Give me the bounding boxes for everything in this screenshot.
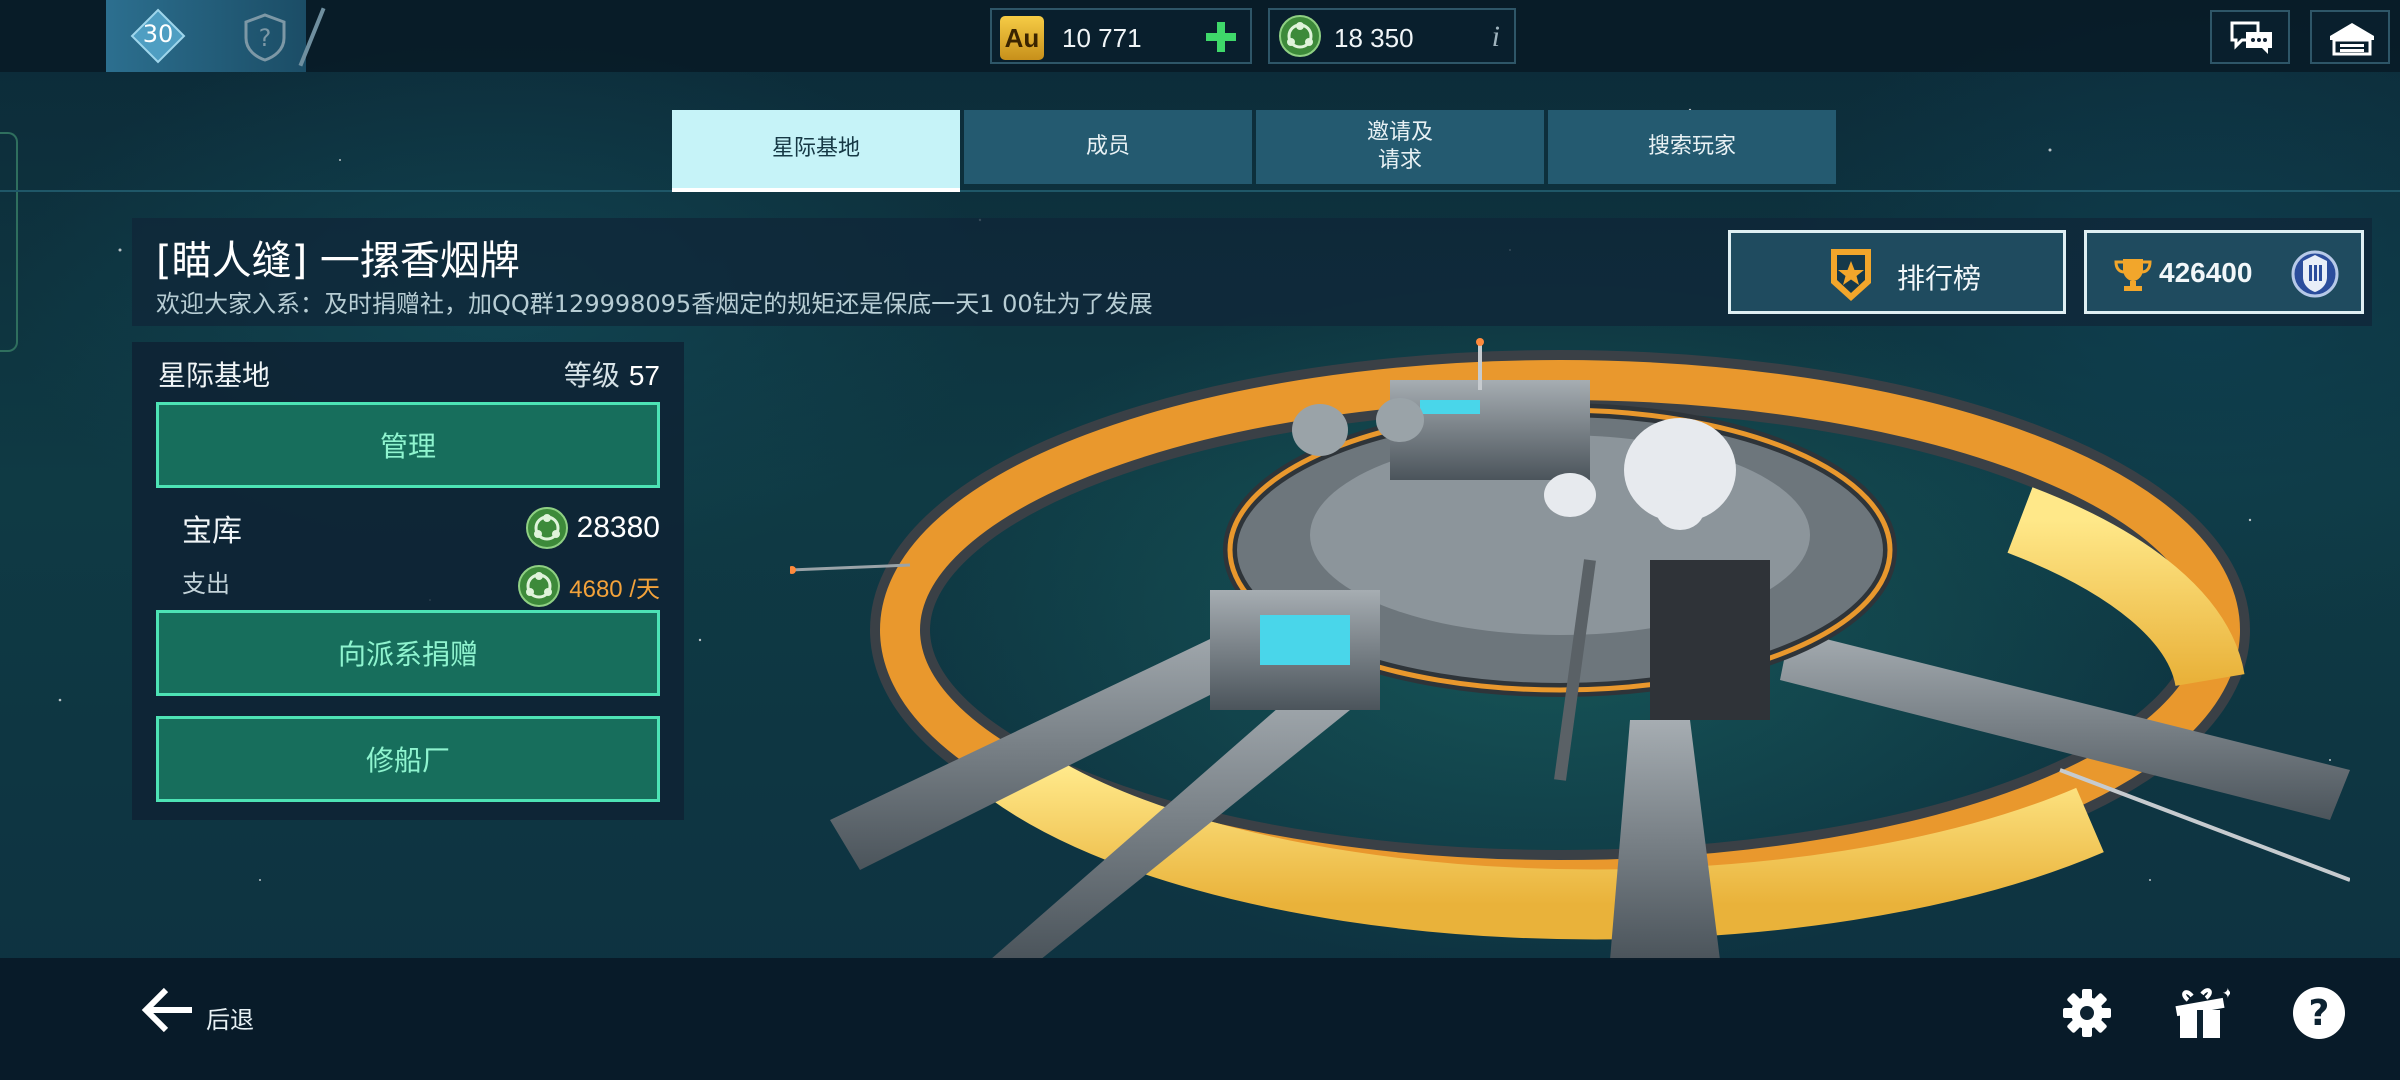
arrow-left-icon: [141, 987, 192, 1033]
vault-value: 28380: [576, 511, 660, 544]
top-bar: 30 ? Au 10 771 18 350 i: [0, 0, 2400, 72]
info-icon[interactable]: i: [1492, 20, 1500, 54]
spend-amount: 4680 /天: [517, 564, 660, 608]
clan-score: 426400: [2159, 257, 2253, 288]
gift-icon[interactable]: ✦: [2172, 984, 2230, 1042]
starbase-3d-view[interactable]: [790, 300, 2350, 960]
chat-button[interactable]: [2210, 10, 2290, 64]
svg-text:?: ?: [2309, 993, 2330, 1034]
back-button[interactable]: 后退: [140, 984, 300, 1044]
gold-value: 10 771: [1062, 23, 1142, 53]
base-level-label: 等级: [563, 359, 620, 392]
player-level: 30: [142, 20, 174, 48]
chat-icon: [2230, 21, 2272, 54]
svg-text:✦: ✦: [2222, 986, 2230, 1002]
help-icon[interactable]: ?: [2290, 984, 2348, 1042]
hangar-button[interactable]: [2310, 10, 2390, 64]
league-emblem-icon: [2291, 250, 2339, 298]
bottom-bar: 后退 ✦ ?: [0, 958, 2400, 1080]
medal-icon: [1831, 249, 1871, 301]
gold-currency: Au 10 771: [990, 8, 1252, 64]
credits-currency: 18 350 i: [1268, 8, 1516, 64]
shield-question-icon[interactable]: ?: [240, 12, 290, 62]
plus-icon[interactable]: [1202, 18, 1240, 56]
clan-name: [瞄人缝] 一摞香烟牌: [156, 238, 520, 284]
shipyard-button[interactable]: 修船厂: [156, 716, 660, 802]
svg-text:?: ?: [259, 24, 272, 52]
tab-search-players[interactable]: 搜索玩家: [1548, 110, 1836, 184]
faction-credit-icon: [525, 507, 568, 549]
donate-button[interactable]: 向派系捐赠: [156, 610, 660, 696]
vault-amount: 28380: [525, 506, 660, 550]
back-label: 后退: [206, 1006, 254, 1034]
credits-value: 18 350: [1334, 23, 1414, 53]
starbase-panel: 星际基地 等级 57 管理 宝库 28380 支出 4680 /天 向派系捐赠 …: [132, 342, 684, 820]
tab-members[interactable]: 成员: [964, 110, 1252, 184]
tab-starbase[interactable]: 星际基地: [672, 110, 960, 192]
spend-label: 支出: [182, 570, 230, 598]
gear-icon[interactable]: [2058, 984, 2116, 1042]
trophy-icon: [2114, 259, 2152, 291]
spend-value: 4680 /天: [569, 575, 660, 603]
hangar-icon: [2330, 23, 2374, 56]
leaderboard-label: 排行榜: [1897, 262, 1982, 295]
panel-title: 星际基地: [158, 359, 271, 392]
vault-label: 宝库: [182, 514, 242, 549]
base-level: 等级 57: [564, 354, 660, 394]
faction-credit-icon: [1279, 15, 1321, 57]
side-drawer-handle[interactable]: [0, 132, 18, 352]
tab-underline: [0, 190, 2400, 192]
tab-invites-requests[interactable]: 邀请及 请求: [1256, 110, 1544, 184]
manage-button[interactable]: 管理: [156, 402, 660, 488]
divider: [298, 7, 326, 67]
faction-credit-icon: [518, 565, 561, 607]
gold-icon: Au: [1000, 16, 1044, 60]
base-level-value: 57: [628, 360, 660, 391]
